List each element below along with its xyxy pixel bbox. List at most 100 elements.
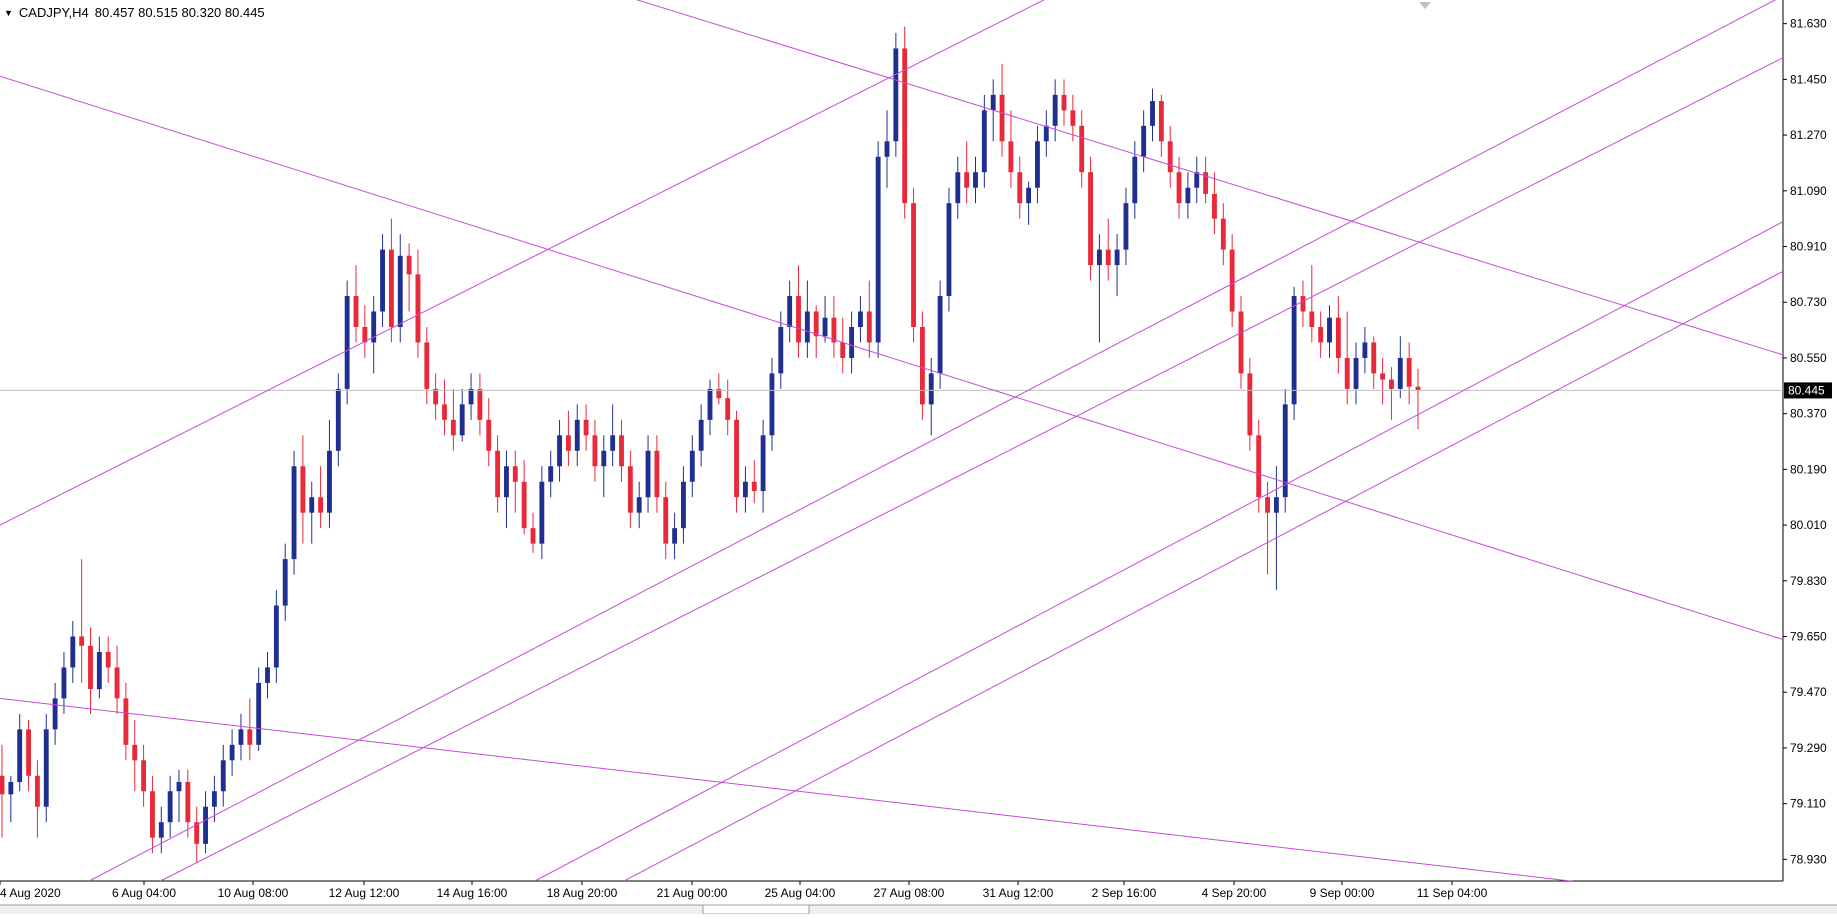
trendline <box>160 57 1783 881</box>
candle-body <box>928 373 934 405</box>
candle-body <box>61 667 67 699</box>
candle-body <box>1132 156 1138 204</box>
candle-body <box>1176 172 1182 204</box>
y-tick-label: 79.290 <box>1790 741 1827 755</box>
trendline <box>88 0 1777 881</box>
candle-body <box>229 744 235 761</box>
candle-body <box>1167 141 1173 173</box>
candle-body <box>318 497 324 513</box>
candle-body <box>592 435 598 467</box>
candle-body <box>300 466 306 513</box>
candle-body <box>1371 342 1377 374</box>
candle-body <box>123 698 129 745</box>
candle-body <box>742 481 748 498</box>
candle-body <box>1335 317 1341 358</box>
candle-body <box>1291 296 1297 405</box>
candle-body <box>477 388 483 420</box>
candle-body <box>1273 497 1279 513</box>
x-tick-label: 18 Aug 20:00 <box>547 886 618 900</box>
candle-body <box>1026 187 1032 204</box>
trendline <box>534 221 1783 881</box>
candle-body <box>1256 435 1262 498</box>
candle-body <box>548 466 554 482</box>
candle-body <box>468 388 474 405</box>
candle-body <box>380 249 385 312</box>
candle-body <box>203 806 208 844</box>
candle-body <box>1079 125 1085 173</box>
candle-body <box>751 481 757 492</box>
candle-body <box>504 466 509 498</box>
tab-strip <box>0 905 1837 914</box>
candle-body <box>990 94 996 111</box>
candle-body <box>557 435 562 467</box>
candle-body <box>353 296 359 327</box>
x-tick-label: 31 Aug 12:00 <box>983 886 1054 900</box>
candle-body <box>265 667 270 683</box>
candle-body <box>804 311 810 343</box>
candle-body <box>96 651 102 690</box>
x-tick-label: 9 Sep 00:00 <box>1310 886 1375 900</box>
candle-body <box>158 822 164 838</box>
y-tick-label: 80.370 <box>1790 407 1827 421</box>
candle-body <box>610 435 616 451</box>
candle-body <box>1035 141 1040 188</box>
candle-body <box>0 775 5 795</box>
candle-body <box>1043 125 1049 142</box>
candle-body <box>1158 101 1164 142</box>
candle-body <box>1123 203 1129 250</box>
candle-body <box>636 497 642 513</box>
candle-body <box>1380 373 1386 380</box>
candle-body <box>999 94 1005 142</box>
candle-body <box>415 274 421 343</box>
y-tick-label: 80.010 <box>1790 518 1827 532</box>
candle-body <box>813 311 819 337</box>
candle-body <box>866 311 872 343</box>
chart-header: ▼ CADJPY,H4 80.457 80.515 80.320 80.445 <box>4 5 265 20</box>
trendline <box>623 270 1783 881</box>
candle-body <box>1141 125 1147 157</box>
candle-body <box>282 559 288 606</box>
candle-body <box>734 419 739 498</box>
candle-body <box>26 729 31 776</box>
candle-body <box>1105 249 1111 266</box>
candle-body <box>937 296 943 374</box>
candle-body <box>105 651 111 668</box>
candle-body <box>273 605 279 668</box>
candle-body <box>176 781 182 792</box>
candle-body <box>681 481 686 529</box>
candle-body <box>291 466 297 560</box>
candle-body <box>1061 94 1067 111</box>
candle-body <box>1220 218 1226 250</box>
candle-body <box>893 48 899 142</box>
chart-shift-marker <box>1419 2 1431 9</box>
x-tick-label: 6 Aug 04:00 <box>112 886 176 900</box>
candle-body <box>725 398 731 420</box>
candle-body <box>211 791 217 807</box>
candle-body <box>884 141 890 157</box>
chart-menu-icon[interactable]: ▼ <box>4 8 13 18</box>
candle-body <box>1052 94 1058 126</box>
candle-body <box>114 667 120 699</box>
candle-body <box>875 156 881 343</box>
symbol-timeframe: CADJPY,H4 <box>18 5 89 20</box>
candle-body <box>1185 187 1191 204</box>
price-chart[interactable]: ▼ CADJPY,H4 80.457 80.515 80.320 80.445 … <box>0 0 1837 915</box>
x-tick-label: 2 Sep 16:00 <box>1092 886 1157 900</box>
candle-body <box>406 255 412 275</box>
candle-body <box>1070 110 1076 126</box>
y-tick-label: 79.650 <box>1790 629 1827 643</box>
candle-body <box>43 729 49 807</box>
candle-body <box>627 466 633 513</box>
candle-body <box>981 110 987 173</box>
y-tick-label: 80.910 <box>1790 240 1827 254</box>
candle-body <box>486 419 492 451</box>
candle-body <box>397 255 403 327</box>
candle-body <box>654 450 660 498</box>
candle-body <box>1088 172 1093 266</box>
candle-body <box>1327 317 1332 343</box>
chart-canvas[interactable]: 81.630 81.450 81.270 81.090 80.910 80.730 80.5… <box>0 0 1837 915</box>
candle-body <box>955 172 961 204</box>
candle-body <box>973 172 978 188</box>
candle-body <box>707 388 713 420</box>
candle-body <box>335 388 341 451</box>
